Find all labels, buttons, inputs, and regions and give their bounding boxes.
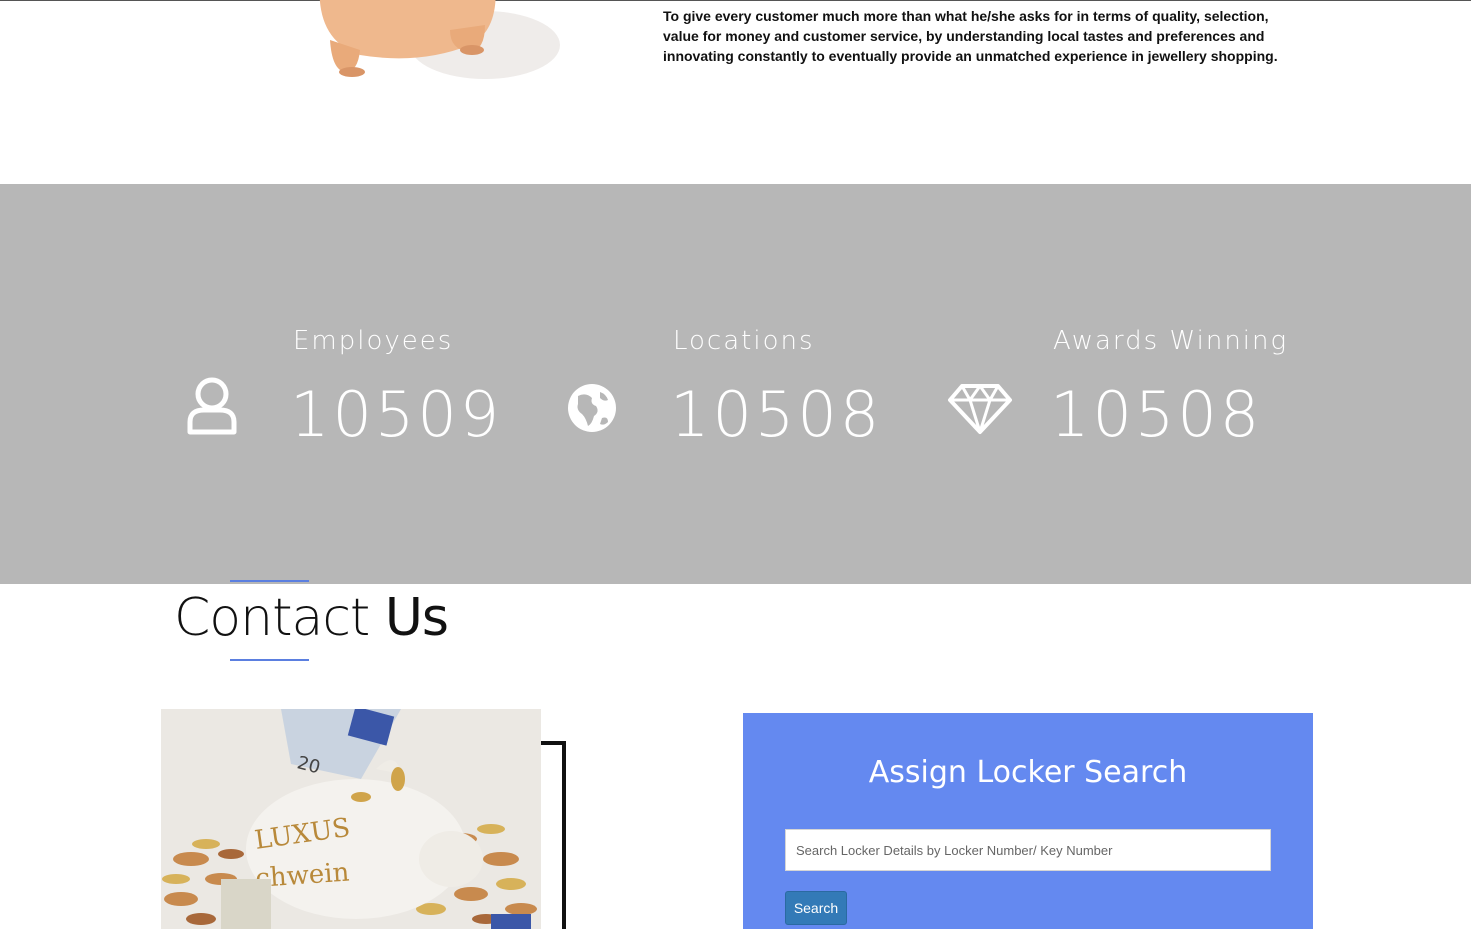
- stat-value: 10509: [290, 378, 503, 451]
- piggy-bank-image: [300, 0, 580, 90]
- top-divider: [0, 0, 1471, 1]
- stat-value: 10508: [1050, 378, 1263, 451]
- locker-search-panel: Assign Locker Search Search: [743, 713, 1313, 929]
- stat-label: Awards Winning: [1053, 326, 1289, 356]
- locker-search-input[interactable]: [785, 829, 1271, 871]
- contact-heading-light: Contact: [174, 588, 385, 648]
- stat-label: Locations: [673, 326, 815, 356]
- diamond-icon: [946, 382, 1014, 441]
- contact-heading: Contact Us: [174, 588, 449, 648]
- stats-section: Employees 10509 Locations 10508 Awards W…: [0, 184, 1471, 584]
- user-icon: [184, 374, 240, 441]
- piggy-bank-photo: 20 LUXUS chwein: [161, 709, 541, 929]
- heading-accent-top: [230, 580, 309, 582]
- stat-awards: Awards Winning 10508: [942, 184, 1286, 584]
- globe-icon: [566, 382, 618, 439]
- stat-label: Employees: [293, 326, 454, 356]
- heading-accent-bottom: [230, 659, 309, 661]
- stat-employees: Employees 10509: [180, 184, 500, 584]
- contact-heading-bold: Us: [384, 588, 449, 648]
- mission-statement: To give every customer much more than wh…: [663, 8, 1278, 64]
- stat-value: 10508: [670, 378, 883, 451]
- photo-frame-accent: [541, 741, 566, 929]
- locker-search-title: Assign Locker Search: [868, 755, 1188, 790]
- search-button[interactable]: Search: [785, 891, 847, 925]
- stat-locations: Locations 10508: [560, 184, 880, 584]
